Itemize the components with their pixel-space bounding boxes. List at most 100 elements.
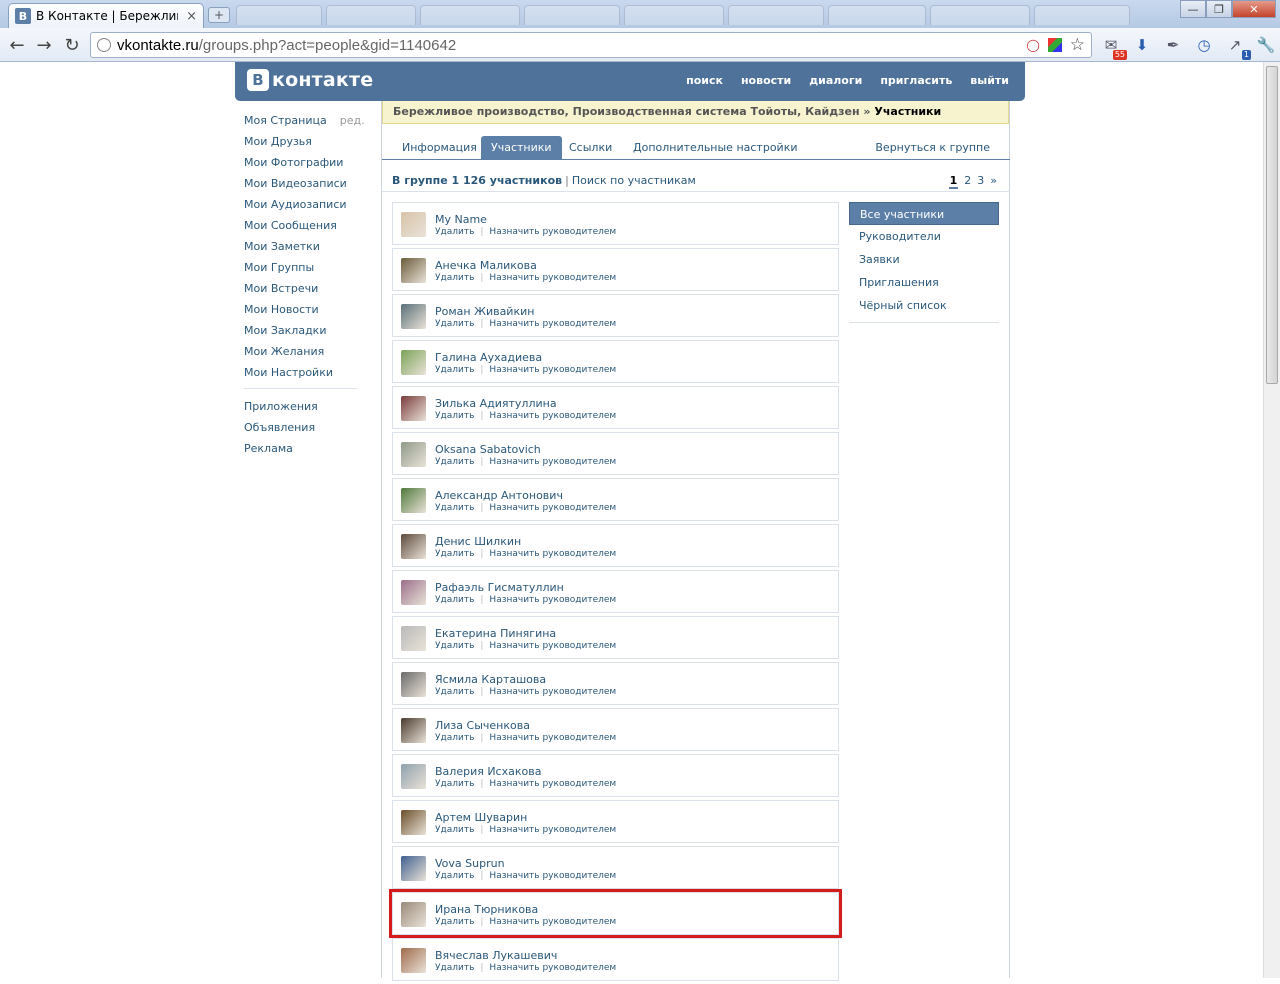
tab-extra-settings[interactable]: Дополнительные настройки: [623, 136, 808, 159]
menu-my-page[interactable]: Моя Страница: [244, 114, 327, 127]
remove-member-link[interactable]: Удалить: [435, 871, 474, 881]
mail-icon[interactable]: ✉ 55: [1100, 34, 1127, 60]
nav-search[interactable]: поиск: [686, 74, 723, 87]
back-to-group-link[interactable]: Вернуться к группе: [865, 136, 1000, 159]
background-tab[interactable]: [524, 5, 620, 25]
assign-admin-link[interactable]: Назначить руководителем: [489, 227, 616, 237]
background-tab[interactable]: [236, 5, 322, 25]
clock-icon[interactable]: ◷: [1193, 34, 1215, 56]
address-bar[interactable]: vkontakte.ru/groups.php?act=people&gid=1…: [90, 32, 1092, 58]
remove-member-link[interactable]: Удалить: [435, 779, 474, 789]
remove-member-link[interactable]: Удалить: [435, 641, 474, 651]
filter-all-members[interactable]: Все участники: [849, 202, 999, 225]
remove-member-link[interactable]: Удалить: [435, 917, 474, 927]
background-tab[interactable]: [828, 5, 926, 25]
filter-requests[interactable]: Заявки: [849, 248, 999, 271]
tab-info[interactable]: Информация: [392, 136, 487, 159]
menu-ads[interactable]: Объявления: [244, 417, 358, 438]
breadcrumb-group-link[interactable]: Бережливое производство, Производственна…: [393, 105, 860, 118]
assign-admin-link[interactable]: Назначить руководителем: [489, 871, 616, 881]
assign-admin-link[interactable]: Назначить руководителем: [489, 779, 616, 789]
member-name-link[interactable]: My Name: [435, 213, 487, 226]
background-tab[interactable]: [420, 5, 520, 25]
menu-advertising[interactable]: Реклама: [244, 438, 358, 459]
member-name-link[interactable]: Анечка Маликова: [435, 259, 537, 272]
resize-icon[interactable]: ↗ 1: [1224, 34, 1251, 60]
avatar[interactable]: [401, 258, 426, 283]
remove-member-link[interactable]: Удалить: [435, 411, 474, 421]
member-name-link[interactable]: Ясмила Карташова: [435, 673, 546, 686]
assign-admin-link[interactable]: Назначить руководителем: [489, 411, 616, 421]
background-tab[interactable]: [1034, 5, 1130, 25]
remove-member-link[interactable]: Удалить: [435, 595, 474, 605]
member-name-link[interactable]: Vova Suprun: [435, 857, 505, 870]
member-name-link[interactable]: Вячеслав Лукашевич: [435, 949, 557, 962]
filter-admins[interactable]: Руководители: [849, 225, 999, 248]
avatar[interactable]: [401, 350, 426, 375]
member-name-link[interactable]: Денис Шилкин: [435, 535, 521, 548]
tab-links[interactable]: Ссылки: [559, 136, 622, 159]
avatar[interactable]: [401, 442, 426, 467]
browser-tab[interactable]: B В Контакте | Бережливо... ×: [8, 3, 204, 28]
assign-admin-link[interactable]: Назначить руководителем: [489, 273, 616, 283]
vk-logo[interactable]: B контакте: [247, 69, 373, 91]
page-3[interactable]: 3: [977, 174, 984, 189]
assign-admin-link[interactable]: Назначить руководителем: [489, 503, 616, 513]
menu-friends[interactable]: Мои Друзья: [244, 131, 358, 152]
avatar[interactable]: [401, 488, 426, 513]
search-members-link[interactable]: Поиск по участникам: [572, 174, 696, 187]
eyedropper-icon[interactable]: ✒: [1162, 34, 1184, 56]
filter-blacklist[interactable]: Чёрный список: [849, 294, 999, 317]
menu-wishes[interactable]: Мои Желания: [244, 341, 358, 362]
remove-member-link[interactable]: Удалить: [435, 963, 474, 973]
minimize-icon[interactable]: —: [1180, 0, 1206, 18]
avatar[interactable]: [401, 672, 426, 697]
menu-groups[interactable]: Мои Группы: [244, 257, 358, 278]
remove-member-link[interactable]: Удалить: [435, 457, 474, 467]
member-name-link[interactable]: Роман Живайкин: [435, 305, 534, 318]
avatar[interactable]: [401, 626, 426, 651]
menu-news[interactable]: Мои Новости: [244, 299, 358, 320]
remove-member-link[interactable]: Удалить: [435, 227, 474, 237]
background-tab[interactable]: [624, 5, 724, 25]
nav-invite[interactable]: пригласить: [880, 74, 952, 87]
wrench-icon[interactable]: 🔧: [1255, 34, 1277, 56]
filter-invitations[interactable]: Приглашения: [849, 271, 999, 294]
forward-icon[interactable]: →: [33, 34, 55, 56]
page-scrollbar[interactable]: [1263, 62, 1280, 978]
menu-edit-link[interactable]: ред.: [340, 114, 365, 127]
assign-admin-link[interactable]: Назначить руководителем: [489, 733, 616, 743]
nav-news[interactable]: новости: [741, 74, 791, 87]
reload-icon[interactable]: ↻: [61, 34, 83, 56]
background-tab[interactable]: [728, 5, 824, 25]
remove-member-link[interactable]: Удалить: [435, 319, 474, 329]
menu-settings[interactable]: Мои Настройки: [244, 362, 358, 383]
member-name-link[interactable]: Галина Аухадиева: [435, 351, 542, 364]
star-icon[interactable]: ☆: [1070, 35, 1085, 55]
remove-member-link[interactable]: Удалить: [435, 365, 474, 375]
assign-admin-link[interactable]: Назначить руководителем: [489, 825, 616, 835]
avatar[interactable]: [401, 764, 426, 789]
assign-admin-link[interactable]: Назначить руководителем: [489, 549, 616, 559]
menu-events[interactable]: Мои Встречи: [244, 278, 358, 299]
assign-admin-link[interactable]: Назначить руководителем: [489, 457, 616, 467]
remove-member-link[interactable]: Удалить: [435, 825, 474, 835]
assign-admin-link[interactable]: Назначить руководителем: [489, 687, 616, 697]
avatar[interactable]: [401, 810, 426, 835]
nav-dialogs[interactable]: диалоги: [809, 74, 862, 87]
avatar[interactable]: [401, 948, 426, 973]
new-tab-button[interactable]: +: [208, 7, 230, 23]
avatar[interactable]: [401, 534, 426, 559]
background-tab[interactable]: [326, 5, 416, 25]
menu-videos[interactable]: Мои Видеозаписи: [244, 173, 358, 194]
assign-admin-link[interactable]: Назначить руководителем: [489, 917, 616, 927]
tab-close-icon[interactable]: ×: [186, 9, 197, 24]
page-1[interactable]: 1: [948, 174, 959, 189]
menu-photos[interactable]: Мои Фотографии: [244, 152, 358, 173]
assign-admin-link[interactable]: Назначить руководителем: [489, 595, 616, 605]
download-icon[interactable]: ⬇: [1131, 34, 1153, 56]
avatar[interactable]: [401, 580, 426, 605]
member-name-link[interactable]: Екатерина Пинягина: [435, 627, 556, 640]
member-name-link[interactable]: Oksana Sabatovich: [435, 443, 541, 456]
menu-apps[interactable]: Приложения: [244, 396, 358, 417]
